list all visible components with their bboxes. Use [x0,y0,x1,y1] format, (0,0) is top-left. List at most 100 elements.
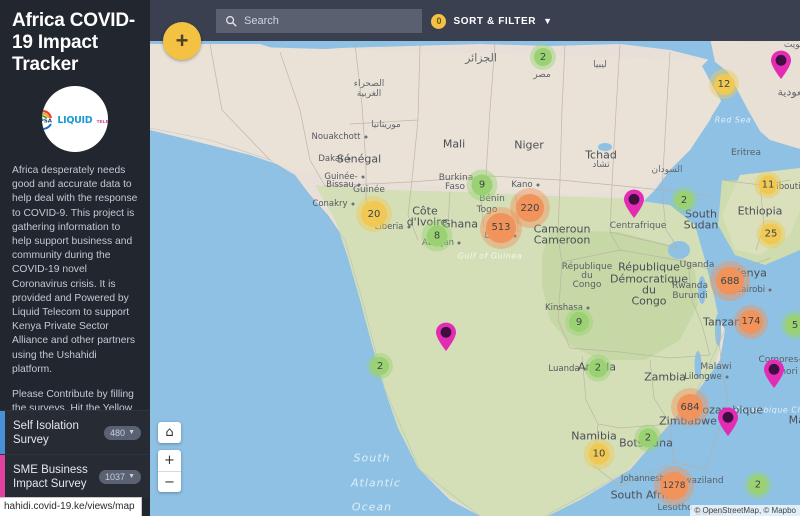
zoom-in-button[interactable]: + [158,450,181,471]
city-dot-icon [586,306,590,310]
survey-list: Self Isolation Survey 480 ▼ SME Business Im… [0,410,150,498]
map-attribution[interactable]: © OpenStreetMap, © Mapbo [690,505,800,516]
city-dot-icon [361,175,364,179]
survey-color-stripe [0,411,5,454]
map-cluster-count: 513 [486,213,516,243]
map-cluster-count: 9 [471,174,493,196]
map-cluster-count: 2 [674,190,694,210]
map-label: South [353,451,391,465]
map-label: تشاد [592,160,610,170]
sort-filter-button[interactable]: 0 SORT & FILTER ▼ [422,9,563,33]
map-label: Zambia [644,370,686,384]
map-cluster-count: 2 [588,358,608,378]
map-label: Bissau [326,180,354,190]
map-cluster-count: 12 [713,73,735,95]
map-label: السعودية [777,85,800,99]
survey-count-value: 480 [110,427,126,438]
survey-count-badge[interactable]: 1037 ▼ [99,469,141,484]
search-bar[interactable]: Search 0 SORT & FILTER ▼ [216,9,563,33]
map-cluster-marker[interactable]: 10 [583,438,615,470]
map-cluster-marker[interactable]: 2 [584,354,612,382]
map-label: Niger [514,138,544,152]
city-dot-icon [351,202,354,206]
map-canvas[interactable]: الجزائر ليبيا مصر الصحراء الغربية موريتانيا No… [150,0,800,516]
survey-item[interactable]: Self Isolation Survey 480 ▼ [0,410,150,454]
map-label: Luanda [548,364,580,374]
map-label: Conakry [312,199,348,209]
map-cluster-marker[interactable]: 174 [734,305,768,339]
map-cluster-count: 1278 [660,472,688,500]
map-label: السودان [651,165,683,175]
map-label: Sudan [683,218,719,232]
status-bar-url: hahidi.covid-19.ke/views/map [0,497,142,516]
map-cluster-marker[interactable]: 2 [367,353,393,379]
map-cluster-marker[interactable]: 25 [756,219,786,249]
map-label: الكويت [783,40,800,50]
map-cluster-marker[interactable]: 20 [356,196,392,232]
city-dot-icon [725,375,729,379]
zoom-out-button[interactable]: − [158,471,181,492]
map-label: Guinée [353,185,385,195]
pin-atlantic[interactable] [435,322,457,352]
chevron-down-icon: ▼ [128,473,135,480]
map-label: Gulf of Guinea [457,251,523,261]
map-label: Ocean [351,500,393,514]
map-cluster-marker[interactable]: 684 [671,388,709,426]
map-label: Rwanda [671,281,709,291]
city-dot-icon [364,135,367,139]
search-input[interactable]: Search [216,9,422,33]
map-cluster-marker[interactable]: 9 [466,169,498,201]
map-cluster-count: 2 [638,428,658,448]
pin-mozambique-north[interactable] [763,359,785,389]
map-cluster-marker[interactable]: 12 [709,69,739,99]
chevron-down-icon: ▼ [543,16,552,26]
sidebar: Africa COVID-19 Impact Tracker KEPSA [0,0,150,516]
city-dot-icon [768,288,772,292]
map-label: Nouakchott [311,132,361,142]
map-cluster-marker[interactable]: 8 [421,220,453,252]
city-dot-icon [457,241,461,245]
map-cluster-marker[interactable]: 9 [565,308,593,336]
map-cluster-count: 10 [588,443,610,465]
map-cluster-count: 5 [785,315,800,335]
top-bar: Search 0 SORT & FILTER ▼ [150,0,800,41]
pin-central-african-republic[interactable] [623,189,645,219]
map-controls[interactable]: ⌂ + − [158,422,181,492]
about-paragraph-1: Africa desperately needs good and accura… [12,165,138,375]
page-title: Africa COVID-19 Impact Tracker [12,10,136,75]
map-cluster-marker[interactable]: 220 [510,188,550,228]
map-cluster-marker[interactable]: 2 [744,471,772,499]
map-cluster-marker[interactable]: 2 [671,187,697,213]
map-label: مصر [533,70,551,80]
svg-text:KEPSA: KEPSA [42,118,53,124]
add-post-button[interactable]: + [163,22,201,60]
app-root: الجزائر ليبيا مصر الصحراء الغربية موريتانيا No… [0,0,800,516]
liquid-telecom-logo-icon: LIQUID TELECOM [57,110,108,128]
zoom-control-group[interactable]: + − [158,450,181,492]
map-label: ليبيا [593,60,607,70]
map-label: Malawi [700,362,732,372]
pin-mozambique-south[interactable] [717,407,739,437]
survey-color-stripe [0,455,5,498]
map-cluster-marker[interactable]: 2 [530,44,556,70]
plus-icon: + [175,28,189,53]
home-icon[interactable]: ⌂ [158,422,181,443]
survey-count-value: 1037 [105,471,126,482]
map-label: Red Sea [714,115,752,125]
map-cluster-count: 684 [676,393,704,421]
map-cluster-count: 8 [426,225,448,247]
map-label: Madagascar [788,413,800,427]
city-dot-icon [536,183,539,187]
map-label: Cameroon [533,233,591,247]
partner-logos: KEPSA LIQUID TELECOM [42,86,108,152]
map-cluster-count: 220 [516,194,544,222]
survey-item[interactable]: SME Business Impact Survey 1037 ▼ [0,454,150,498]
map-label: Centrafrique [609,221,667,231]
home-control-group[interactable]: ⌂ [158,422,181,443]
map-cluster-marker[interactable]: 688 [710,261,750,301]
map-cluster-marker[interactable]: 11 [754,171,782,199]
survey-count-badge[interactable]: 480 ▼ [104,425,141,440]
pin-saudi-arabia[interactable] [770,50,792,80]
map-cluster-marker[interactable]: 1278 [654,466,694,506]
map-cluster-marker[interactable]: 2 [634,424,662,452]
